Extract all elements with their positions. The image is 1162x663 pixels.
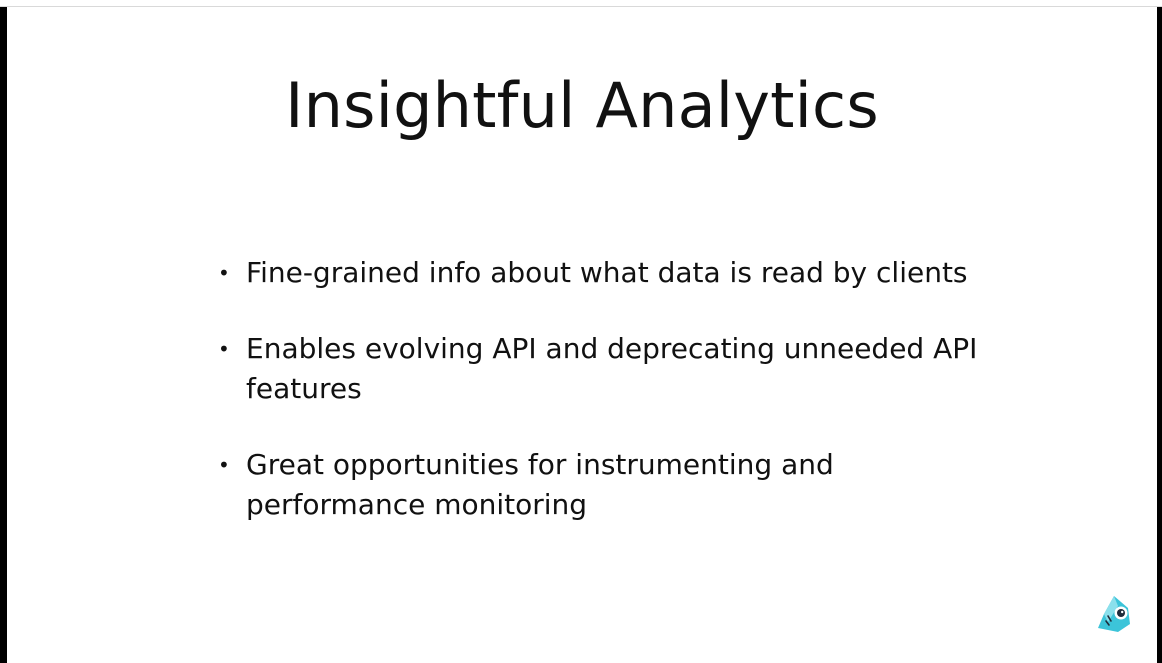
bullet-dot: •	[218, 453, 230, 477]
bullet-list: • Fine-grained info about what data is r…	[216, 253, 996, 561]
slide-title: Insightful Analytics	[285, 69, 879, 142]
presentation-viewport: Insightful Analytics • Fine-grained info…	[0, 0, 1162, 663]
top-divider	[0, 0, 1162, 7]
bullet-item: • Fine-grained info about what data is r…	[216, 253, 996, 293]
bullet-text: Great opportunities for instrumenting an…	[246, 448, 834, 521]
right-letterbox	[1157, 7, 1162, 663]
slide: Insightful Analytics • Fine-grained info…	[7, 8, 1157, 663]
left-letterbox	[0, 7, 7, 663]
bullet-item: • Enables evolving API and deprecating u…	[216, 329, 996, 409]
bullet-text: Enables evolving API and deprecating unn…	[246, 332, 978, 405]
graphcool-logo-icon	[1098, 596, 1130, 632]
bullet-dot: •	[218, 261, 230, 285]
bullet-text: Fine-grained info about what data is rea…	[246, 256, 968, 289]
bullet-dot: •	[218, 337, 230, 361]
bullet-item: • Great opportunities for instrumenting …	[216, 445, 996, 525]
